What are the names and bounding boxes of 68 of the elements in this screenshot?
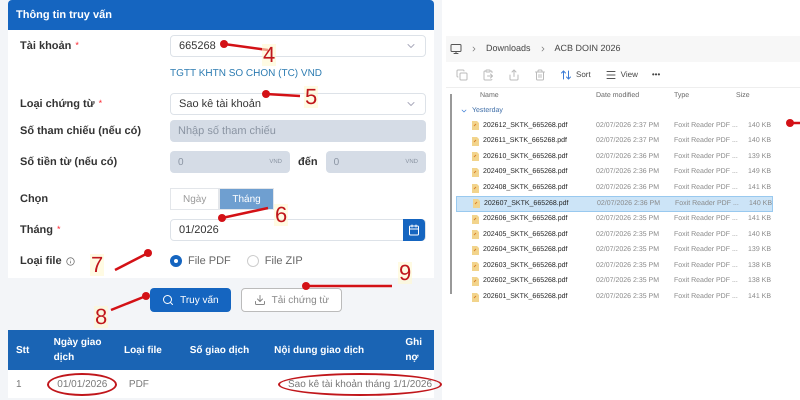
breadcrumb-item[interactable]: ACB DOIN 2026 [554,42,621,56]
calendar-button[interactable] [403,219,425,241]
list-view-icon [604,68,617,80]
annotation-arrow [218,205,270,221]
field-label: Tháng [20,222,53,238]
pdf-file-icon [472,168,479,178]
field-label: Loại chứng từ [20,96,95,112]
required-mark: * [98,97,102,110]
table-cell: 01/01/2026 [47,372,118,396]
panel-title: Thông tin truy vấn [16,8,112,23]
sort-icon [560,68,572,80]
required-mark: * [57,223,61,236]
trash-icon[interactable] [534,68,546,80]
file-type-radio[interactable]: File ZIP [246,252,303,270]
field-label: Chọn [20,192,48,207]
annotation-arrow [112,248,152,274]
download-icon [254,294,266,306]
chevron-right-icon [470,45,478,53]
scrollbar[interactable] [450,94,452,294]
column-header: Số giao dịch [190,344,250,358]
pdf-file-icon [472,121,479,130]
annotation-number: 6 [274,204,288,226]
paste-icon[interactable] [482,68,494,80]
download-button[interactable]: Tải chứng từ [240,288,342,312]
file-type-radio[interactable]: File PDF [170,252,231,270]
search-icon [162,294,174,306]
pdf-file-icon [472,184,479,193]
annotation-arrow [108,292,150,314]
column-header: Nội dung giao dịch [274,344,366,358]
account-name: TGTT KHTN SO CHON (TC) VND [170,66,322,80]
annotation-number: 7 [90,254,104,276]
chevron-down-icon [460,107,468,115]
annotation-number: 5 [304,86,318,108]
sort-button[interactable]: Sort [560,68,591,80]
table-cell-text: PDF [128,378,149,392]
pdf-file-icon [472,136,479,146]
pdf-file-icon [472,262,479,271]
required-mark: * [75,39,79,52]
breadcrumb-item[interactable]: Downloads [486,42,531,56]
to-label: đến [298,154,318,170]
pdf-file-icon [472,277,479,286]
pdf-file-icon [472,152,479,162]
copy-icon[interactable] [456,68,468,80]
view-button[interactable]: View [604,68,638,80]
field-label: Loại file [20,254,62,269]
column-header: Ngày giao dịch [54,336,102,365]
calendar-icon [408,224,420,236]
table-cell-text: 1 [16,378,22,392]
more-button[interactable]: ••• [652,68,660,80]
share-icon[interactable] [508,68,520,80]
pdf-file-icon [472,246,479,256]
pdf-file-icon [472,214,479,224]
field-label: Số tham chiếu (nếu có) [20,124,142,139]
column-header: Loại file [124,344,163,358]
pdf-file-icon [473,199,480,208]
annotation-number: 9 [398,262,412,284]
column-header: Ghi nợ [405,336,423,365]
query-button[interactable]: Truy vấn [150,288,231,312]
monitor-icon [450,43,462,55]
column-header: Stt [16,344,30,358]
pdf-file-icon [472,230,479,240]
pdf-file-icon [472,292,479,302]
annotation-number: 8 [94,306,108,328]
reference-input[interactable]: Nhập số tham chiếu [170,120,426,142]
field-label: Số tiền từ (nếu có) [20,154,118,170]
annotation-number: 4 [262,44,276,66]
field-label: Tài khoản [20,38,72,54]
info-icon [66,256,75,266]
